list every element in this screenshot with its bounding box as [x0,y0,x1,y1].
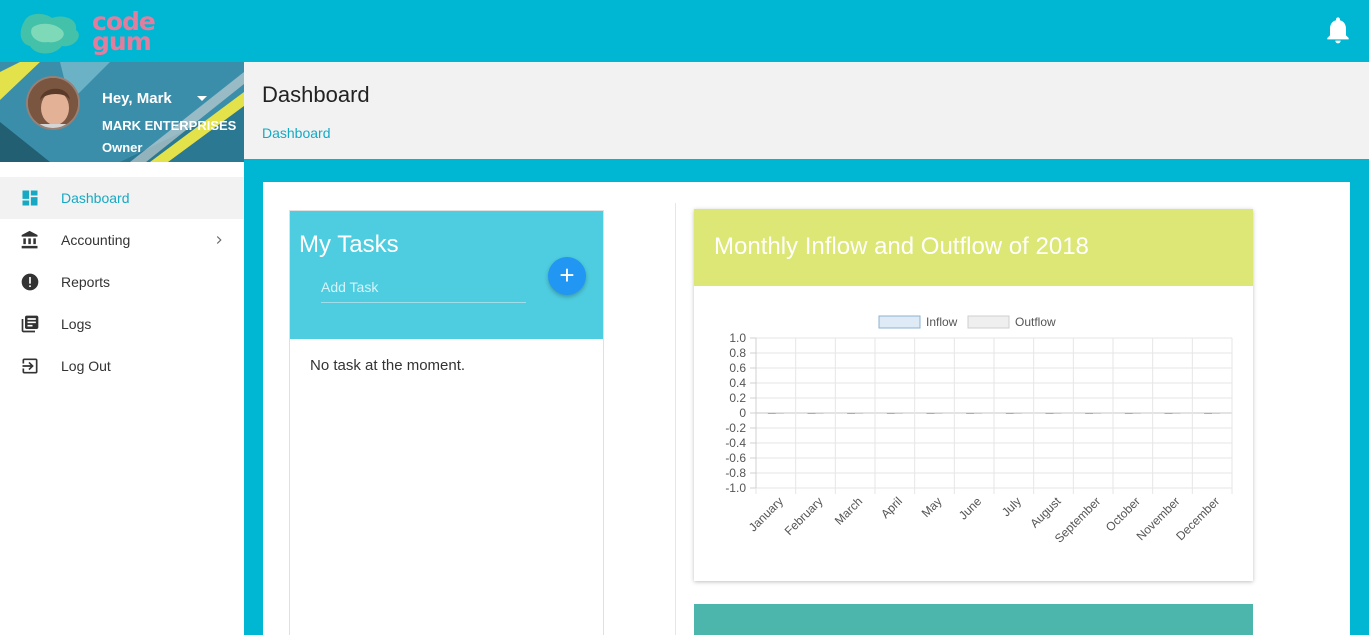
page-title: Dashboard [262,82,370,107]
chart-title: Monthly Inflow and Outflow of 2018 [714,233,1089,260]
x-tick-label: January [746,494,786,534]
bar-inflow [1204,413,1213,414]
sidebar-item-label: Log Out [61,358,111,374]
tasks-title: My Tasks [299,231,399,258]
tasks-header: My Tasks + [290,211,603,339]
bar-inflow [807,413,816,414]
bar-inflow [1085,413,1094,414]
x-tick-label: April [878,494,905,521]
user-role: Owner [102,140,143,155]
plus-icon: + [559,260,575,290]
bank-icon [21,230,38,249]
legend-label: Inflow [926,315,958,329]
x-tick-label: December [1173,494,1222,543]
y-tick-label: 0.8 [729,346,746,360]
y-tick-label: 1.0 [729,331,746,345]
empty-tasks-message: No task at the moment. [310,357,466,374]
sidebar-item-dashboard[interactable]: Dashboard [0,177,244,219]
bar-outflow [1053,413,1062,414]
bell-icon[interactable] [1322,14,1354,46]
bar-outflow [1212,413,1221,414]
bar-outflow [1172,413,1181,414]
sidebar-item-logs[interactable]: Logs [0,303,244,345]
bar-outflow [934,413,943,414]
dashboard-icon [22,190,38,206]
sidebar-item-logout[interactable]: Log Out [0,345,244,387]
bar-outflow [815,413,824,414]
bar-inflow [1164,413,1173,414]
sidebar-nav: Dashboard Accounting Reports Logs Log Ou… [0,177,244,387]
y-tick-label: -0.4 [725,436,746,450]
bar-inflow [926,413,935,414]
logo-text: code gum [92,7,156,56]
y-tick-label: 0.4 [729,376,746,390]
bar-outflow [974,413,983,414]
legend-swatch [967,315,1010,329]
sidebar-item-label: Dashboard [61,190,130,206]
app-logo[interactable]: code gum [18,9,156,58]
sidebar-item-label: Reports [61,274,111,290]
column-divider [675,203,676,635]
logo-blob-icon [20,13,79,54]
sidebar-item-accounting[interactable]: Accounting [0,219,244,261]
company-name: MARK ENTERPRISES [102,118,237,133]
bar-outflow [855,413,864,414]
chart-header: Monthly Inflow and Outflow of 2018 [694,209,1253,286]
x-tick-label: February [782,494,826,538]
library-books-icon [21,315,39,333]
inflow-outflow-chart: Inflow Outflow1.00.80.60.40.20-0.2-0.4-0.… [725,315,1233,546]
second-chart-card [694,604,1253,635]
y-tick-label: 0.2 [729,391,746,405]
avatar [26,76,80,130]
bar-inflow [1005,413,1014,414]
legend-label: Outflow [1015,315,1056,329]
bar-outflow [1132,413,1141,414]
bar-inflow [767,413,776,414]
user-greeting: Hey, Mark [102,90,172,107]
legend-swatch [878,315,921,329]
y-tick-label: -1.0 [725,481,746,495]
bar-inflow [966,413,975,414]
bar-inflow [1124,413,1133,414]
x-tick-label: May [919,494,945,520]
chevron-right-icon [216,236,222,244]
sidebar-item-label: Accounting [61,232,131,248]
bar-inflow [1045,413,1054,414]
chart-card: Monthly Inflow and Outflow of 2018 Inflo… [694,209,1253,581]
x-tick-label: June [956,494,985,523]
y-tick-label: 0.6 [729,361,746,375]
user-profile-panel[interactable]: Hey, Mark MARK ENTERPRISES Owner [0,62,244,162]
bar-inflow [847,413,856,414]
breadcrumb[interactable]: Dashboard [262,125,331,141]
bar-outflow [1013,413,1022,414]
tasks-card: My Tasks + No task at the moment. [289,210,604,635]
logout-icon [22,358,38,374]
caret-down-icon[interactable] [197,96,207,101]
sidebar-item-label: Logs [61,316,92,332]
top-app-bar: code gum [0,0,1369,62]
x-tick-label: July [999,494,1024,519]
bar-outflow [1093,413,1102,414]
x-tick-label: March [832,494,865,527]
bar-outflow [775,413,784,414]
x-tick-label: October [1103,494,1143,534]
add-task-button[interactable]: + [548,257,586,295]
sidebar: Hey, Mark MARK ENTERPRISES Owner Dashboa… [0,62,244,635]
add-task-input[interactable] [321,271,526,303]
bar-outflow [894,413,903,414]
y-tick-label: -0.2 [725,421,746,435]
x-tick-label: August [1027,494,1064,531]
y-tick-label: 0 [739,406,746,420]
page-header: Dashboard Dashboard [244,62,1369,159]
bar-inflow [886,413,895,414]
sidebar-item-reports[interactable]: Reports [0,261,244,303]
y-tick-label: -0.6 [725,451,746,465]
y-tick-label: -0.8 [725,466,746,480]
alert-circle-icon [21,273,39,291]
